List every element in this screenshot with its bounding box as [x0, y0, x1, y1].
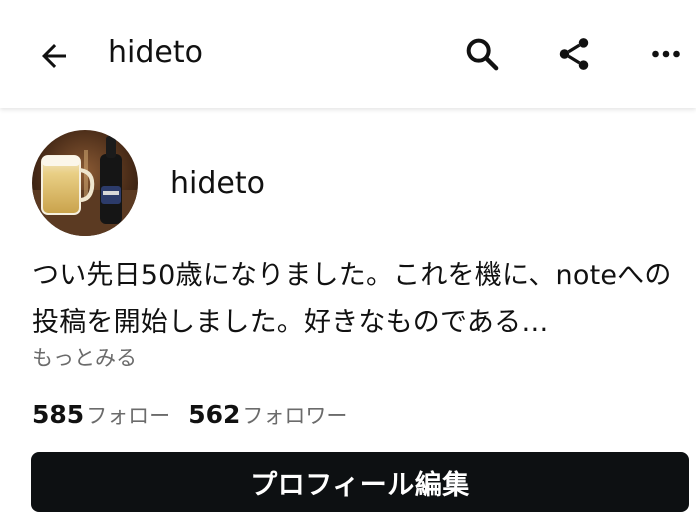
app-bar: hideto: [0, 0, 696, 108]
profile-stats: 585 フォロー 562 フォロワー: [32, 400, 347, 430]
share-button[interactable]: [550, 30, 598, 78]
followers-stat[interactable]: 562 フォロワー: [188, 400, 347, 430]
more-options-button[interactable]: [642, 30, 690, 78]
following-count: 585: [32, 400, 85, 429]
following-label: フォロー: [86, 404, 171, 428]
search-button[interactable]: [458, 30, 506, 78]
following-stat[interactable]: 585 フォロー: [32, 400, 170, 430]
profile-section: hideto つい先日50歳になりました。これを機に、noteへの投稿を開始しま…: [0, 112, 696, 521]
followers-count: 562: [188, 400, 241, 429]
profile-bio: つい先日50歳になりました。これを機に、noteへの投稿を開始しました。好きなも…: [32, 260, 672, 338]
profile-name: hideto: [170, 166, 265, 201]
back-button[interactable]: [30, 32, 78, 80]
edit-profile-button[interactable]: プロフィール編集: [31, 452, 689, 512]
more-horizontal-icon: [652, 50, 680, 58]
see-more-link[interactable]: もっとみる: [32, 342, 137, 374]
app-bar-title: hideto: [108, 35, 203, 70]
arrow-left-icon: [42, 44, 66, 68]
search-icon: [466, 38, 499, 71]
avatar-image: [32, 130, 138, 236]
share-icon: [559, 38, 589, 70]
avatar[interactable]: [32, 130, 138, 236]
followers-label: フォロワー: [242, 404, 348, 428]
